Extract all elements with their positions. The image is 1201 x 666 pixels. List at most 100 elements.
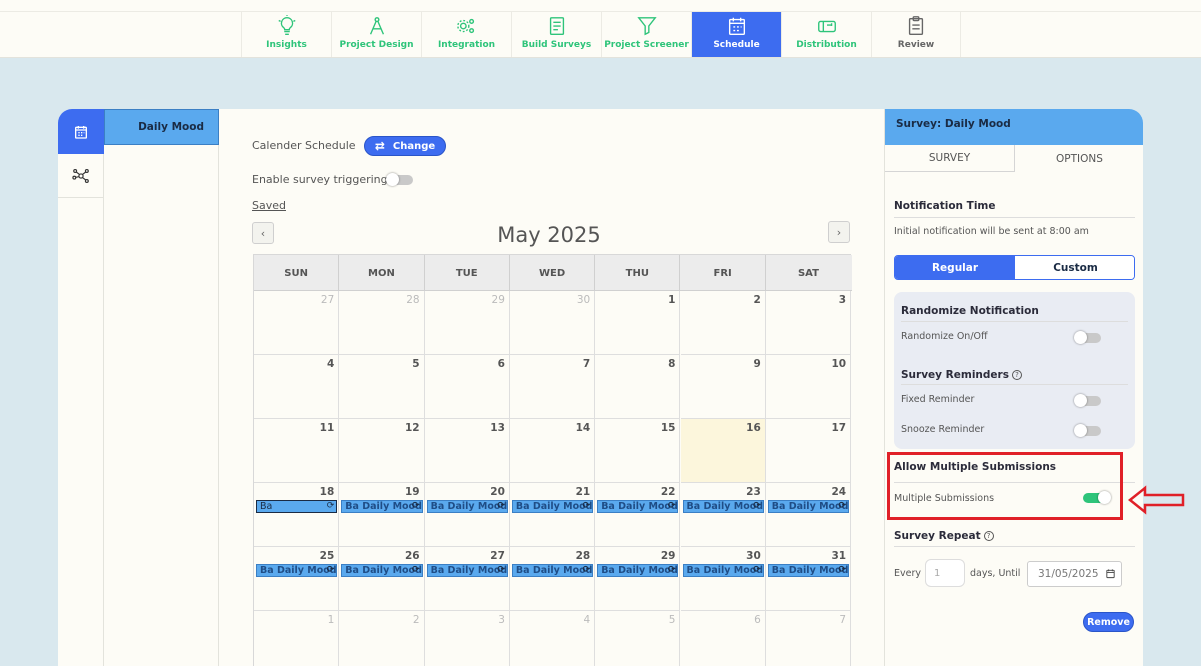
calendar-day-cell[interactable]: 21 Ba Daily Mood ⟳	[509, 483, 596, 547]
nav-integration[interactable]: Integration	[421, 12, 511, 57]
survey-list-item[interactable]: Daily Mood	[104, 109, 219, 145]
rail-calendar-button[interactable]	[58, 109, 104, 154]
calendar-day-cell[interactable]: 25 Ba Daily Mood ⟳	[254, 547, 340, 611]
fixed-reminder-toggle[interactable]	[1074, 394, 1101, 407]
compass-icon	[369, 17, 384, 35]
nav-distribution[interactable]: Distribution	[781, 12, 871, 57]
saved-link[interactable]: Saved	[252, 199, 286, 212]
calendar-day-cell[interactable]: 4	[254, 355, 340, 419]
calendar-day-cell[interactable]: 1	[595, 291, 681, 355]
calendar-day-cell[interactable]: 27	[254, 291, 340, 355]
calendar-day-cell[interactable]: 4	[510, 611, 596, 666]
divider	[894, 217, 1135, 218]
nav-insights[interactable]: Insights	[241, 12, 331, 57]
calendar-event[interactable]: Ba Daily Mood ⟳	[767, 500, 850, 513]
calendar-event[interactable]: Ba Daily Mood ⟳	[426, 564, 508, 577]
calendar-event[interactable]: Ba Daily Mood ⟳	[256, 564, 338, 577]
recurring-icon: ⟳	[582, 565, 591, 575]
day-number: 26	[404, 550, 420, 562]
calendar-day-cell[interactable]: 7	[766, 611, 852, 666]
left-rail	[58, 109, 104, 666]
month-title: May 2025	[497, 223, 601, 247]
tab-survey[interactable]: SURVEY	[885, 145, 1014, 172]
help-icon[interactable]: ?	[1011, 370, 1022, 380]
calendar-event[interactable]: Ba Daily Mood ⟳	[597, 564, 679, 577]
nav-project-screener[interactable]: Project Screener	[601, 12, 691, 57]
calendar-day-cell[interactable]: 14	[509, 419, 596, 483]
calendar-day-cell[interactable]: 3	[765, 291, 852, 355]
form-icon	[549, 17, 564, 35]
nav-build-surveys[interactable]: Build Surveys	[511, 12, 601, 57]
calendar-day-cell[interactable]: 3	[425, 611, 510, 666]
calendar-day-cell[interactable]: 5	[339, 355, 425, 419]
calendar-day-cell[interactable]: 11	[254, 419, 340, 483]
calendar-schedule-label: Calender Schedule	[252, 139, 356, 152]
calendar-day-cell[interactable]: 8	[595, 355, 681, 419]
remove-button[interactable]: Remove	[1083, 612, 1134, 632]
calendar-day-cell[interactable]: 7	[509, 355, 596, 419]
calendar-day-cell[interactable]: 1	[254, 611, 340, 666]
calendar-day-cell[interactable]: 17	[765, 419, 852, 483]
calendar-day-cell[interactable]: 30	[509, 291, 596, 355]
calendar-day-cell[interactable]: 13	[424, 419, 510, 483]
calendar-day-cell[interactable]: 20 Ba Daily Mood ⟳	[424, 483, 510, 547]
calendar-day-cell[interactable]: 29	[424, 291, 510, 355]
calendar-day-cell[interactable]: 18 Ba ⟳	[254, 483, 340, 547]
event-label: Ba Daily Mood	[601, 565, 678, 576]
calendar-day-cell[interactable]: 30 Ba Daily Mood ⟳	[680, 547, 766, 611]
calendar-day-cell[interactable]: 28 Ba Daily Mood ⟳	[509, 547, 596, 611]
calendar-day-cell[interactable]: 6	[681, 611, 766, 666]
calendar-day-cell[interactable]: 12	[339, 419, 425, 483]
calendar-day-cell[interactable]: 6	[424, 355, 510, 419]
calendar-event[interactable]: Ba Daily Mood ⟳	[682, 564, 764, 577]
trigger-toggle[interactable]	[386, 173, 413, 186]
calendar-event[interactable]: Ba Daily Mood ⟳	[597, 500, 679, 513]
nav-project-design[interactable]: Project Design	[331, 12, 421, 57]
divider	[901, 384, 1128, 385]
calendar-day-cell[interactable]: 5	[595, 611, 681, 666]
calendar-icon[interactable]	[1105, 568, 1116, 579]
until-date-input[interactable]: 31/05/2025	[1027, 561, 1122, 587]
calendar-day-cell[interactable]: 16	[680, 419, 766, 483]
change-button[interactable]: ⇄ Change	[364, 136, 446, 156]
help-icon[interactable]: ?	[983, 531, 994, 541]
custom-option[interactable]: Custom	[1015, 256, 1134, 279]
randomize-toggle[interactable]	[1074, 331, 1101, 344]
calendar-day-cell[interactable]: 28	[339, 291, 425, 355]
calendar-day-cell[interactable]: 15	[595, 419, 681, 483]
calendar-day-cell[interactable]: 24 Ba Daily Mood ⟳	[765, 483, 852, 547]
day-number: 3	[838, 294, 847, 306]
calendar-event[interactable]: Ba Daily Mood ⟳	[511, 500, 594, 513]
snooze-reminder-toggle[interactable]	[1074, 424, 1101, 437]
rail-network-button[interactable]	[58, 154, 104, 198]
calendar-day-cell[interactable]: 27 Ba Daily Mood ⟳	[424, 547, 510, 611]
nav-review[interactable]: Review	[871, 12, 961, 57]
regular-option[interactable]: Regular	[895, 256, 1015, 279]
calendar-day-cell[interactable]: 19 Ba Daily Mood ⟳	[339, 483, 425, 547]
prev-month-button[interactable]: ‹	[252, 222, 274, 244]
tab-options[interactable]: OPTIONS	[1014, 145, 1143, 172]
calendar-day-cell[interactable]: 10	[765, 355, 852, 419]
calendar-event[interactable]: Ba ⟳	[256, 500, 338, 513]
nav-schedule[interactable]: Schedule	[691, 12, 781, 57]
calendar-event[interactable]: Ba Daily Mood ⟳	[341, 500, 423, 513]
calendar-day-cell[interactable]: 29 Ba Daily Mood ⟳	[595, 547, 681, 611]
divider	[894, 546, 1135, 547]
next-month-button[interactable]: ›	[828, 221, 850, 243]
calendar-event[interactable]: Ba Daily Mood ⟳	[511, 564, 594, 577]
calendar-day-cell[interactable]: 26 Ba Daily Mood ⟳	[339, 547, 425, 611]
calendar-day-cell[interactable]: 2	[339, 611, 425, 666]
calendar-day-cell[interactable]: 9	[680, 355, 766, 419]
calendar-day-cell[interactable]: 22 Ba Daily Mood ⟳	[595, 483, 681, 547]
calendar-day-cell[interactable]: 31 Ba Daily Mood ⟳	[765, 547, 852, 611]
toggle-knob	[1074, 424, 1087, 437]
calendar-event[interactable]: Ba Daily Mood ⟳	[426, 500, 508, 513]
calendar-event[interactable]: Ba Daily Mood ⟳	[682, 500, 764, 513]
calendar-day-cell[interactable]: 23 Ba Daily Mood ⟳	[680, 483, 766, 547]
day-number: 30	[746, 550, 761, 562]
repeat-every-input[interactable]: 1	[925, 559, 965, 587]
calendar-event[interactable]: Ba Daily Mood ⟳	[341, 564, 423, 577]
event-label: Ba Daily Mood	[430, 501, 508, 512]
calendar-event[interactable]: Ba Daily Mood ⟳	[767, 564, 850, 577]
calendar-day-cell[interactable]: 2	[680, 291, 766, 355]
